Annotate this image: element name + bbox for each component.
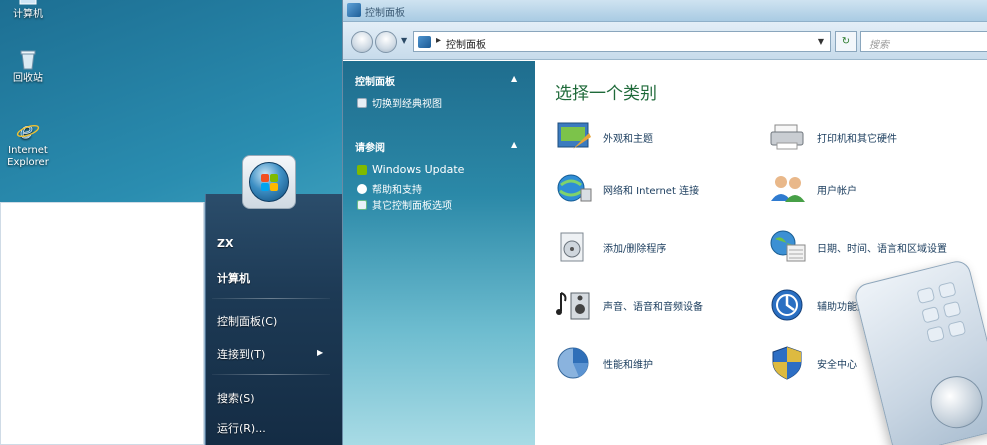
address-dropdown-icon[interactable]: ▼: [818, 37, 824, 46]
start-menu-run[interactable]: 运行(R)...: [217, 420, 266, 436]
category-label: 安全中心: [817, 359, 857, 371]
start-menu-user-name[interactable]: ZX: [217, 237, 233, 250]
link-label: 其它控制面板选项: [372, 201, 452, 212]
computer-icon: [17, 0, 39, 6]
desktop-icon-label: Explorer: [7, 157, 49, 168]
history-dropdown-icon[interactable]: ▼: [401, 36, 407, 45]
security-shield-icon: [769, 345, 807, 381]
search-placeholder: 搜索: [869, 40, 889, 51]
link-label: 切换到经典视图: [372, 99, 442, 110]
menu-divider: [212, 374, 330, 375]
title-bar[interactable]: 控制面板: [343, 0, 987, 22]
control-panel-icon: [347, 3, 361, 17]
category-label: 打印机和其它硬件: [817, 133, 897, 145]
user-picture-frame: [242, 155, 296, 209]
start-menu-search[interactable]: 搜索(S): [217, 390, 255, 406]
date-time-globe-icon: [769, 229, 807, 265]
link-label: 帮助和支持: [372, 185, 422, 196]
classic-view-icon: [357, 97, 367, 108]
dial-icon: [925, 370, 987, 434]
start-menu-connect-to[interactable]: 连接到(T): [217, 346, 265, 362]
sound-icon: [555, 287, 593, 323]
help-icon: [357, 183, 367, 194]
category-network[interactable]: 网络和 Internet 连接: [555, 171, 699, 207]
options-icon: [357, 199, 367, 210]
desktop-icon-label: Internet: [8, 145, 48, 156]
category-label: 网络和 Internet 连接: [603, 185, 700, 197]
window-title: 控制面板: [365, 8, 405, 19]
desktop-icon-label: 计算机: [13, 9, 43, 20]
task-pane: 控制面板 ▲ 切换到经典视图 请参阅 ▲ Windows Update 帮助和支…: [343, 61, 535, 445]
back-button[interactable]: [351, 31, 373, 53]
category-label: 添加/删除程序: [603, 243, 667, 255]
user-accounts-icon: [769, 171, 807, 207]
desktop-icon-label: 回收站: [13, 73, 43, 84]
address-toolbar: ▼ ▸ 控制面板 ▼ ↻ 搜索: [343, 22, 987, 60]
desktop-icon-computer[interactable]: 计算机: [0, 0, 56, 21]
category-appearance[interactable]: 外观和主题: [555, 119, 653, 155]
desktop-icon-recycle-bin[interactable]: 回收站: [0, 48, 56, 85]
category-add-remove-programs[interactable]: 添加/删除程序: [555, 229, 666, 265]
category-label: 日期、时间、语言和区域设置: [817, 243, 947, 255]
ie-icon: e: [16, 118, 40, 144]
collapse-icon[interactable]: ▲: [511, 74, 517, 83]
link-label: Windows Update: [372, 163, 465, 176]
category-security-center[interactable]: 安全中心: [769, 345, 857, 381]
performance-icon: [555, 345, 593, 381]
start-menu-programs-pane: [0, 202, 205, 445]
network-icon: [555, 171, 593, 207]
category-sound[interactable]: 声音、语音和音频设备: [555, 287, 703, 323]
category-label: 用户帐户: [817, 185, 857, 197]
windows-update-link[interactable]: Windows Update: [357, 163, 464, 176]
category-label: 外观和主题: [603, 133, 653, 145]
category-label: 声音、语音和音频设备: [603, 301, 703, 313]
page-title: 选择一个类别: [555, 84, 657, 104]
category-printers-hardware[interactable]: 打印机和其它硬件: [769, 119, 897, 155]
refresh-button[interactable]: ↻: [835, 31, 857, 52]
collapse-icon[interactable]: ▲: [511, 140, 517, 149]
breadcrumb-arrow-icon: ▸: [436, 35, 442, 46]
address-text: 控制面板: [446, 40, 486, 51]
other-options-link[interactable]: 其它控制面板选项: [357, 197, 452, 212]
recycle-bin-icon: [17, 48, 39, 70]
accessibility-icon: [769, 287, 807, 323]
category-user-accounts[interactable]: 用户帐户: [769, 171, 857, 207]
windows-logo-icon: [249, 162, 289, 202]
start-menu-computer[interactable]: 计算机: [217, 270, 250, 286]
appearance-icon: [555, 119, 593, 155]
category-performance[interactable]: 性能和维护: [555, 345, 653, 381]
printer-icon: [769, 119, 807, 155]
desktop-icon-ie[interactable]: e Internet Explorer: [0, 118, 56, 169]
see-also-title: 请参阅: [355, 143, 385, 154]
help-support-link[interactable]: 帮助和支持: [357, 181, 422, 196]
category-date-time-region[interactable]: 日期、时间、语言和区域设置: [769, 229, 947, 265]
start-menu-control-panel[interactable]: 控制面板(C): [217, 313, 277, 329]
svg-text:e: e: [20, 119, 33, 142]
windows-update-icon: [357, 164, 367, 175]
forward-button[interactable]: [375, 31, 397, 53]
category-label: 性能和维护: [603, 359, 653, 371]
submenu-arrow-icon: ▶: [317, 348, 324, 357]
address-field[interactable]: ▸ 控制面板 ▼: [413, 31, 831, 52]
add-remove-programs-icon: [555, 229, 593, 265]
menu-divider: [212, 298, 330, 299]
task-pane-title: 控制面板: [355, 77, 395, 88]
control-panel-icon: [418, 36, 431, 48]
switch-classic-view-link[interactable]: 切换到经典视图: [357, 95, 442, 110]
search-input[interactable]: 搜索: [860, 31, 987, 52]
